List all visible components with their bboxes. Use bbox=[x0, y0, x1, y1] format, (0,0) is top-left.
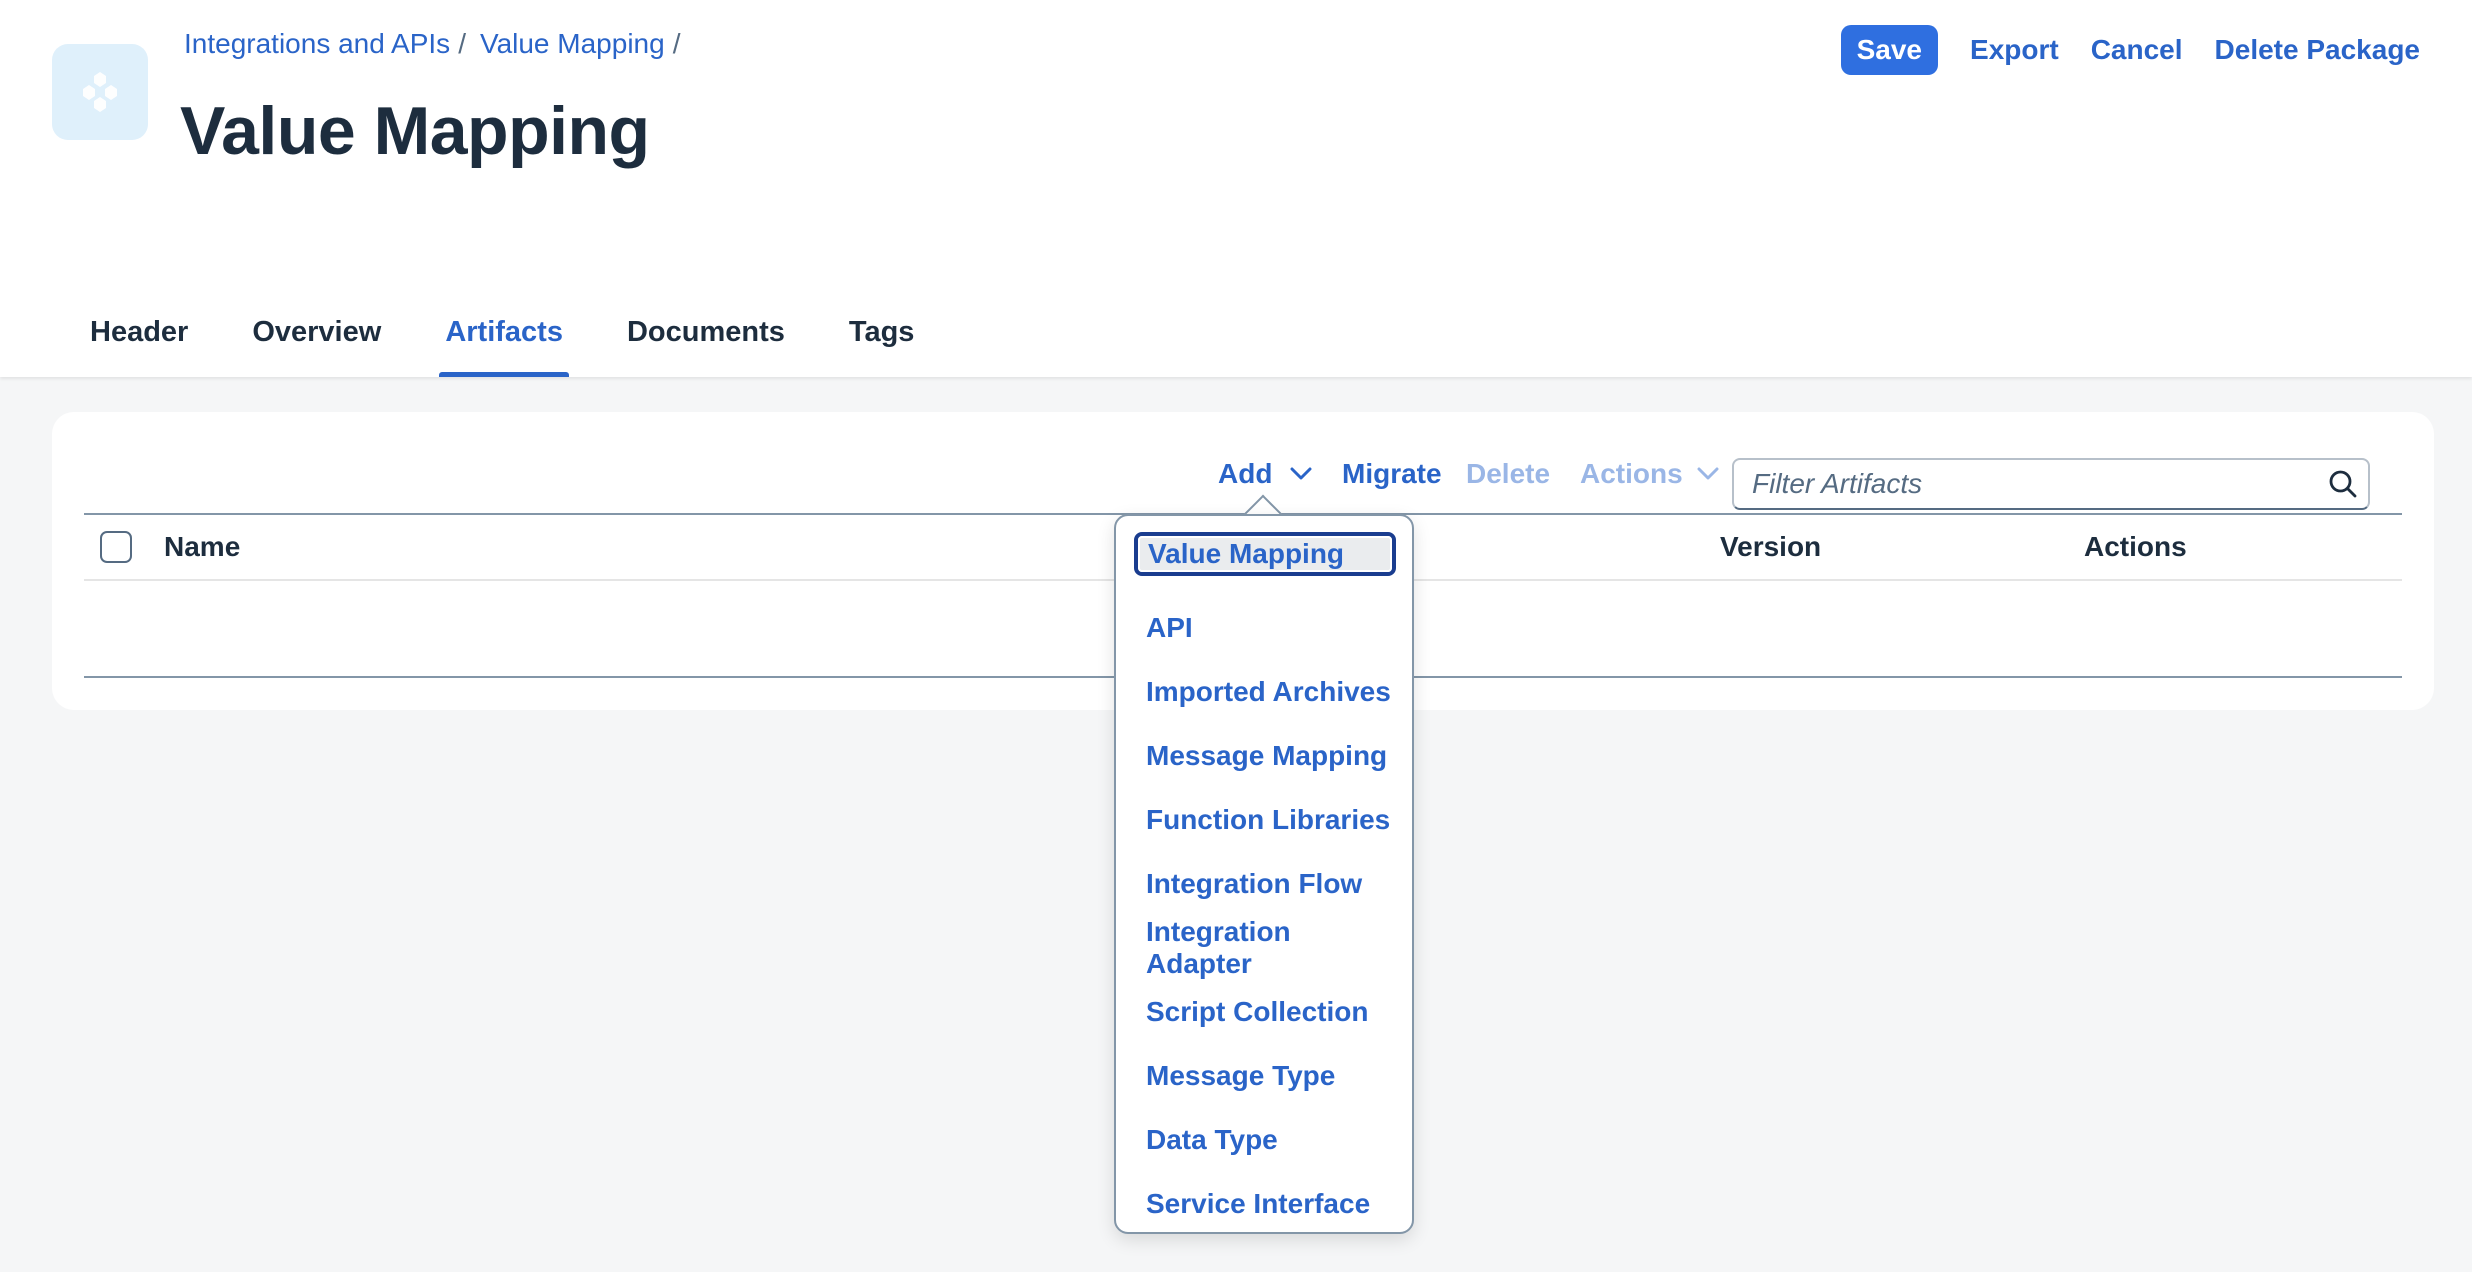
chevron-down-icon bbox=[1697, 467, 1719, 480]
breadcrumb-link-value-mapping[interactable]: Value Mapping bbox=[480, 28, 665, 60]
page-title: Value Mapping bbox=[180, 93, 650, 169]
add-menu-popover: Value Mapping API Imported Archives Mess… bbox=[1114, 514, 1414, 1234]
column-header-actions: Actions bbox=[2084, 531, 2187, 562]
object-page-header: Integrations and APIs / Value Mapping / … bbox=[0, 0, 2472, 377]
menu-item-value-mapping[interactable]: Value Mapping bbox=[1134, 532, 1396, 576]
header-actions: Save Export Cancel Delete Package bbox=[1840, 24, 2420, 76]
menu-item-api[interactable]: API bbox=[1134, 596, 1396, 660]
chevron-down-icon bbox=[1290, 467, 1312, 480]
delete-package-button[interactable]: Delete Package bbox=[2215, 25, 2420, 75]
migrate-button[interactable]: Migrate bbox=[1342, 446, 1442, 502]
add-button-label: Add bbox=[1218, 458, 1273, 489]
menu-item-imported-archives[interactable]: Imported Archives bbox=[1134, 660, 1396, 724]
breadcrumb-separator: / bbox=[458, 28, 466, 59]
column-header-version[interactable]: Version bbox=[1720, 515, 1821, 579]
tab-artifacts[interactable]: Artifacts bbox=[425, 300, 583, 377]
save-button[interactable]: Save bbox=[1840, 25, 1939, 75]
actions-menu-button[interactable]: Actions bbox=[1580, 446, 1719, 502]
tab-header[interactable]: Header bbox=[70, 300, 208, 377]
actions-button-label: Actions bbox=[1580, 458, 1683, 489]
search-icon[interactable] bbox=[2318, 459, 2368, 509]
menu-item-integration-flow[interactable]: Integration Flow bbox=[1134, 852, 1396, 916]
breadcrumb: Integrations and APIs / Value Mapping / bbox=[184, 24, 694, 64]
menu-item-script-collection[interactable]: Script Collection bbox=[1134, 980, 1396, 1044]
tab-bar: Header Overview Artifacts Documents Tags bbox=[70, 300, 958, 377]
menu-item-message-mapping[interactable]: Message Mapping bbox=[1134, 724, 1396, 788]
filter-artifacts-field bbox=[1732, 458, 2370, 510]
breadcrumb-link-integrations[interactable]: Integrations and APIs bbox=[184, 28, 450, 60]
add-menu-list: Value Mapping API Imported Archives Mess… bbox=[1134, 532, 1396, 1236]
menu-item-function-libraries[interactable]: Function Libraries bbox=[1134, 788, 1396, 852]
app-page: Integrations and APIs / Value Mapping / … bbox=[0, 0, 2472, 1272]
artifacts-toolbar: Add Migrate Delete Actions bbox=[52, 446, 2434, 510]
filter-artifacts-input[interactable] bbox=[1734, 460, 2318, 508]
menu-item-service-interface[interactable]: Service Interface bbox=[1134, 1172, 1396, 1236]
add-menu-button[interactable]: Add bbox=[1218, 446, 1312, 502]
breadcrumb-separator: / bbox=[672, 28, 681, 59]
delete-button[interactable]: Delete bbox=[1466, 446, 1550, 502]
tab-overview[interactable]: Overview bbox=[232, 300, 401, 377]
tab-tags[interactable]: Tags bbox=[829, 300, 935, 377]
menu-item-message-type[interactable]: Message Type bbox=[1134, 1044, 1396, 1108]
menu-item-data-type[interactable]: Data Type bbox=[1134, 1108, 1396, 1172]
package-icon bbox=[52, 44, 148, 140]
menu-item-integration-adapter[interactable]: Integration Adapter bbox=[1134, 916, 1396, 980]
export-button[interactable]: Export bbox=[1970, 25, 2059, 75]
select-all-checkbox[interactable] bbox=[100, 531, 132, 563]
column-header-name[interactable]: Name bbox=[164, 515, 240, 579]
tab-documents[interactable]: Documents bbox=[607, 300, 805, 377]
cancel-button[interactable]: Cancel bbox=[2091, 25, 2183, 75]
